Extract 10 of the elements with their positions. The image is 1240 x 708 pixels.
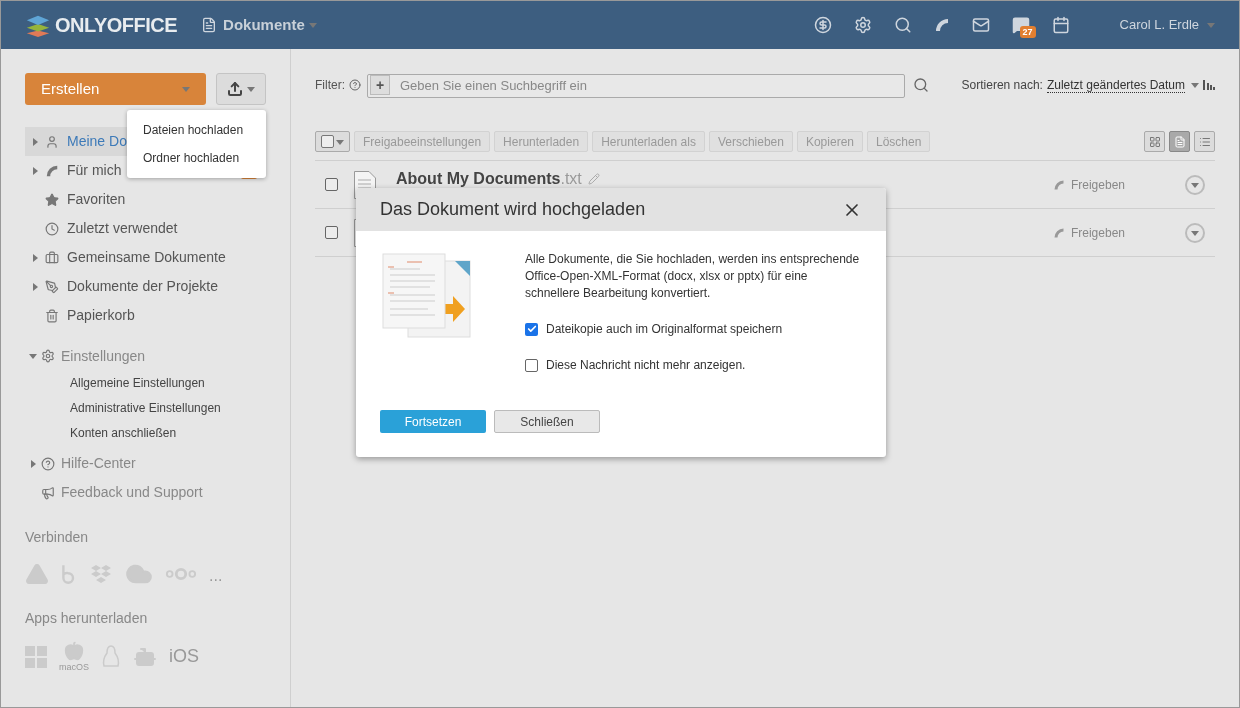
- option-label: Dateikopie auch im Originalformat speichern: [546, 321, 783, 338]
- dialog-message: Alle Dokumente, die Sie hochladen, werden ins entsprechende Office-Open-XML-Format (docx, xlsx or pptx) für eine schnellere Bearbeitung konvertiert.: [525, 251, 861, 302]
- platform-label: macOS: [59, 663, 89, 672]
- section-title: Verbinden: [25, 528, 90, 547]
- filter-label: Filter:: [315, 77, 345, 94]
- logo-text: ONLYOFFICE: [55, 13, 178, 38]
- sort-label: Sortieren nach:: [961, 77, 1043, 94]
- option-label: Diese Nachricht nicht mehr anzeigen.: [546, 357, 746, 374]
- section-title: Apps herunterladen: [25, 609, 149, 628]
- notification-badge: 27: [1019, 26, 1036, 38]
